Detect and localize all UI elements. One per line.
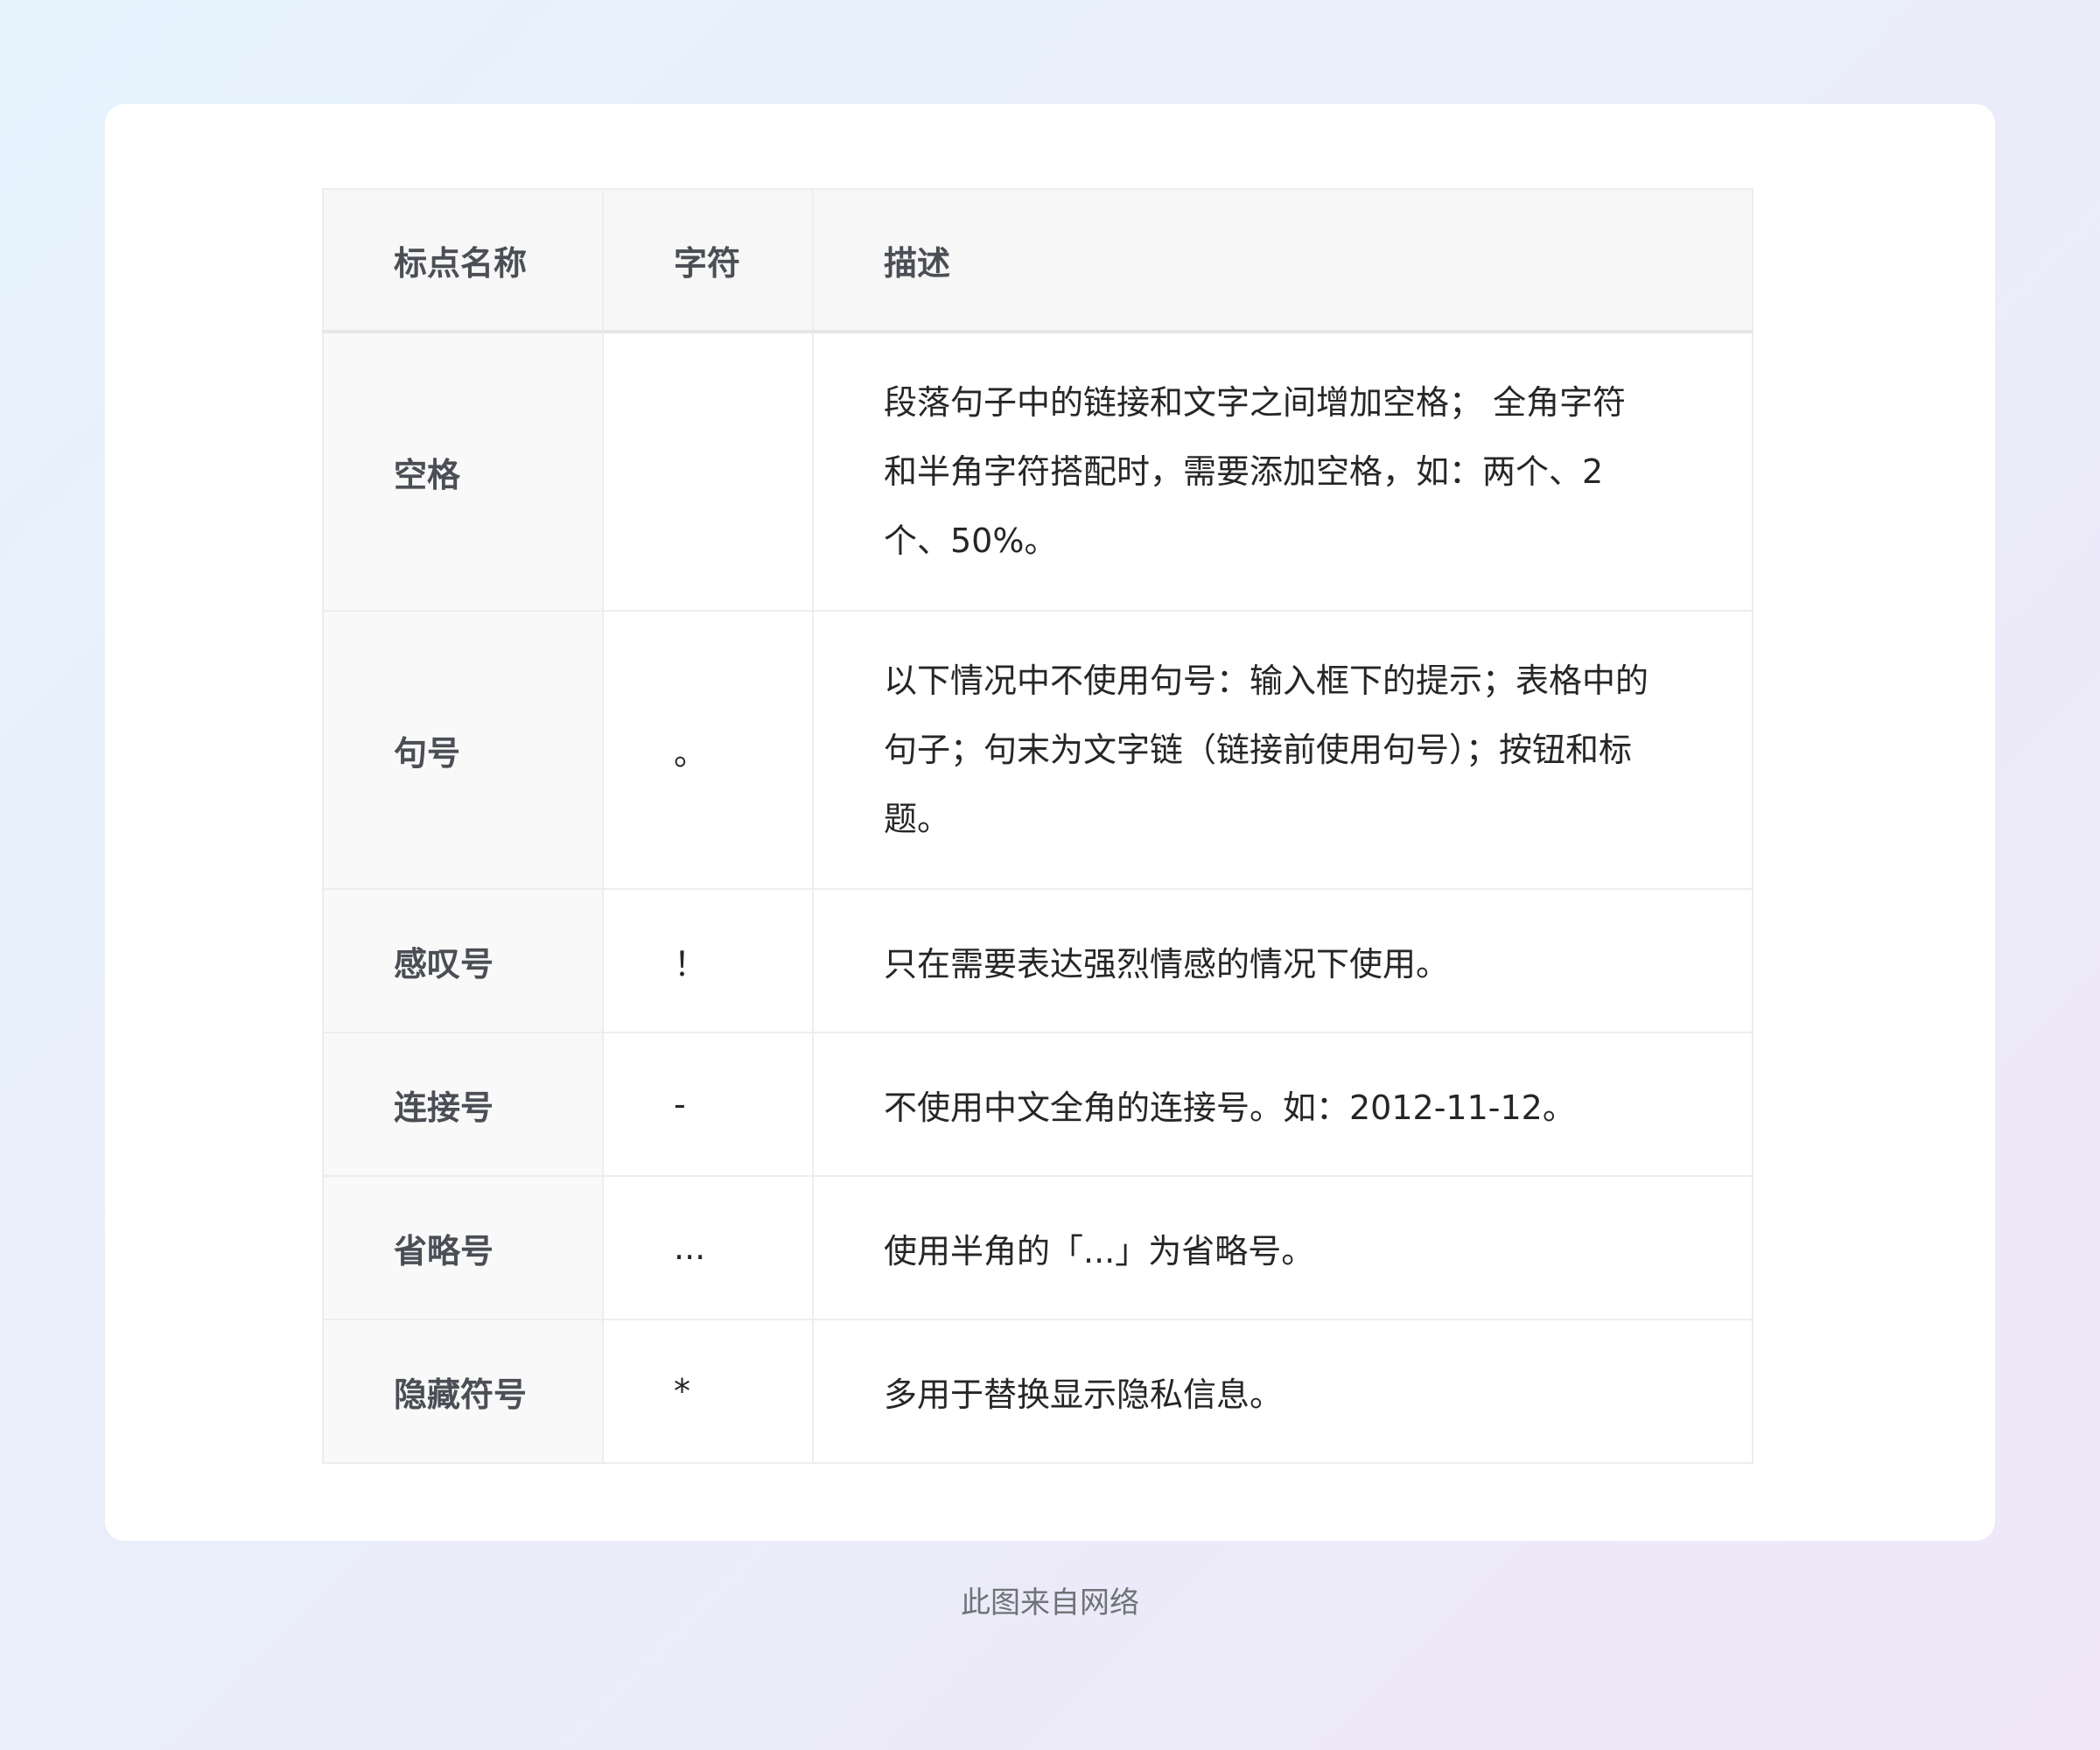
table-row: 感叹号 ！ 只在需要表达强烈情感的情况下使用。 — [322, 888, 1754, 1033]
cell-name: 隐藏符号 — [322, 1319, 604, 1464]
cell-char: ！ — [602, 888, 814, 1033]
column-header-desc: 描述 — [812, 188, 1754, 333]
cell-name: 连接号 — [322, 1032, 604, 1177]
table-row: 空格 段落句子中的链接和文字之间增加空格； 全角字符 和半角字符搭配时，需要添加… — [322, 331, 1754, 612]
cell-desc: 使用半角的「...」为省略号。 — [812, 1175, 1754, 1320]
desc-line: 句子；句末为文字链（链接前使用句号）；按钮和标 — [884, 730, 1633, 769]
column-header-name: 标点名称 — [322, 188, 604, 333]
image-caption: 此图来自网络 — [961, 1586, 1139, 1620]
cell-name: 感叹号 — [322, 888, 604, 1033]
desc-line: 和半角字符搭配时，需要添加空格，如：两个、2 — [884, 452, 1604, 491]
cell-desc: 以下情况中不使用句号：输入框下的提示；表格中的 句子；句末为文字链（链接前使用句… — [812, 610, 1754, 890]
desc-line: 使用半角的「...」为省略号。 — [884, 1231, 1315, 1270]
table-row: 句号 。 以下情况中不使用句号：输入框下的提示；表格中的 句子；句末为文字链（链… — [322, 610, 1754, 890]
table-row: 省略号 ... 使用半角的「...」为省略号。 — [322, 1175, 1754, 1320]
table-row: 连接号 - 不使用中文全角的连接号。如：2012-11-12。 — [322, 1032, 1754, 1177]
cell-char: ... — [602, 1175, 814, 1320]
cell-char: * — [602, 1319, 814, 1464]
cell-char: - — [602, 1032, 814, 1177]
cell-desc: 不使用中文全角的连接号。如：2012-11-12。 — [812, 1032, 1754, 1177]
cell-desc: 多用于替换显示隐私信息。 — [812, 1319, 1754, 1464]
table-row: 隐藏符号 * 多用于替换显示隐私信息。 — [322, 1319, 1754, 1464]
desc-line: 题。 — [884, 799, 951, 838]
cell-name: 空格 — [322, 331, 604, 612]
cell-char: 。 — [602, 610, 814, 890]
desc-line: 段落句子中的链接和文字之间增加空格； 全角字符 — [884, 382, 1627, 422]
table-header: 标点名称 字符 描述 — [322, 188, 1754, 333]
cell-desc: 只在需要表达强烈情感的情况下使用。 — [812, 888, 1754, 1033]
column-header-char: 字符 — [602, 188, 814, 333]
table-header-row: 标点名称 字符 描述 — [322, 188, 1754, 333]
cell-desc: 段落句子中的链接和文字之间增加空格； 全角字符 和半角字符搭配时，需要添加空格，… — [812, 331, 1754, 612]
punctuation-table: 标点名称 字符 描述 空格 段落句子中的链接和文字之间增加空格； 全角字符 和半… — [322, 188, 1754, 1464]
desc-line: 多用于替换显示隐私信息。 — [884, 1375, 1284, 1414]
cell-name: 句号 — [322, 610, 604, 890]
table-body: 空格 段落句子中的链接和文字之间增加空格； 全角字符 和半角字符搭配时，需要添加… — [322, 331, 1754, 1464]
desc-line: 只在需要表达强烈情感的情况下使用。 — [884, 944, 1450, 984]
desc-line: 以下情况中不使用句号：输入框下的提示；表格中的 — [884, 661, 1649, 700]
desc-line: 个、50%。 — [884, 521, 1058, 560]
desc-line: 不使用中文全角的连接号。如：2012-11-12。 — [884, 1088, 1576, 1127]
cell-name: 省略号 — [322, 1175, 604, 1320]
cell-char — [602, 331, 814, 612]
content-card: 标点名称 字符 描述 空格 段落句子中的链接和文字之间增加空格； 全角字符 和半… — [105, 104, 1995, 1541]
